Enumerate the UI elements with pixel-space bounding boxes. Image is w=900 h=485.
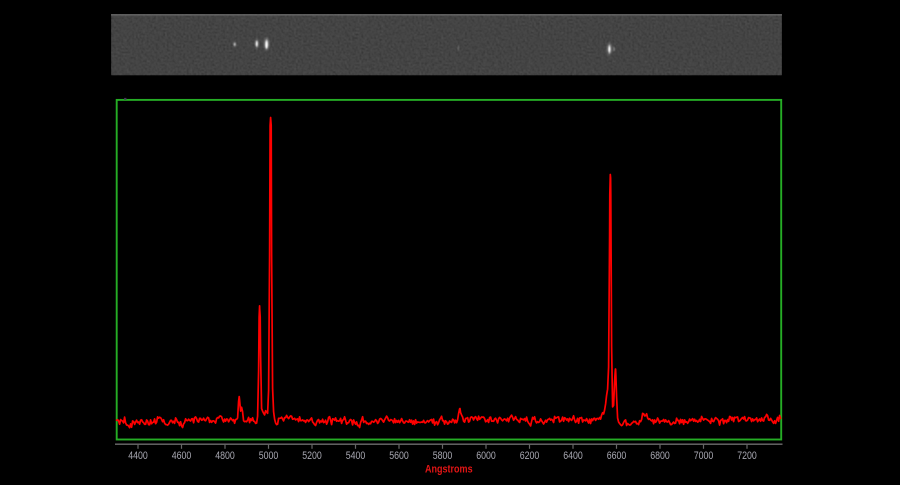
svg-text:6800: 6800 [650, 450, 670, 462]
svg-text:6200: 6200 [520, 450, 540, 462]
svg-text:6000: 6000 [476, 450, 496, 462]
svg-text:Angstroms: Angstroms [425, 464, 473, 476]
svg-text:6600: 6600 [607, 450, 627, 462]
svg-text:5000: 5000 [259, 450, 279, 462]
svg-text:4600: 4600 [172, 450, 192, 462]
svg-text:5600: 5600 [389, 450, 409, 462]
svg-text:7000: 7000 [694, 450, 714, 462]
svg-text:5800: 5800 [433, 450, 453, 462]
svg-text:4800: 4800 [215, 450, 235, 462]
svg-text:7200: 7200 [737, 450, 757, 462]
svg-text:4400: 4400 [128, 450, 148, 462]
svg-text:5400: 5400 [346, 450, 366, 462]
svg-text:6400: 6400 [563, 450, 583, 462]
svg-text:5200: 5200 [302, 450, 322, 462]
